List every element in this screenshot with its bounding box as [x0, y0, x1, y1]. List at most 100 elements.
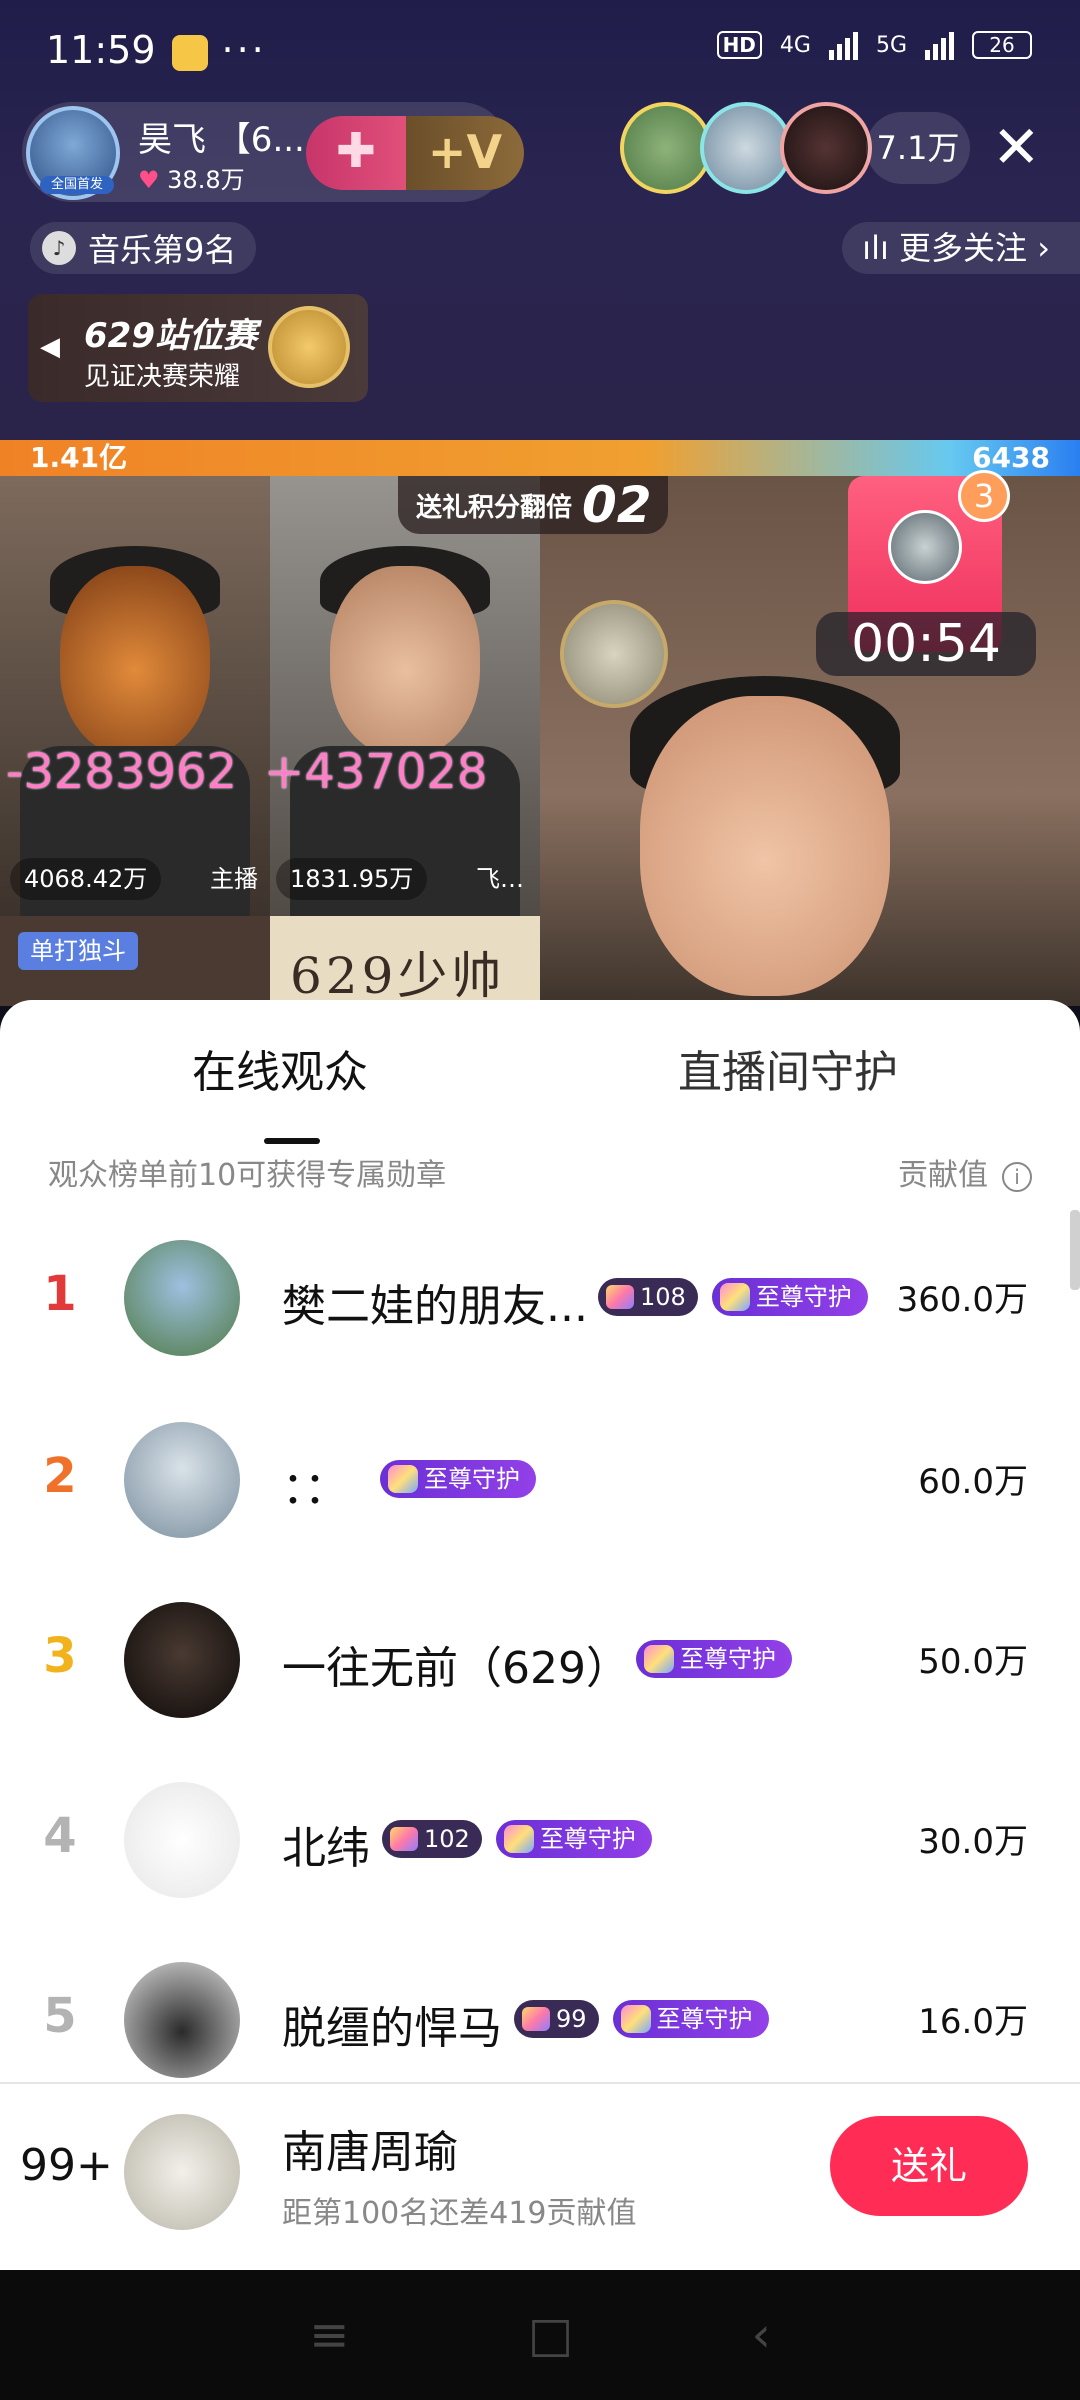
avatar[interactable] [124, 1782, 240, 1898]
contribution-label: 贡献值 [898, 1158, 988, 1193]
screen: 11:59 ··· HD 4G 5G 26 全国首发 昊飞 【6... ♥ 38.… [0, 0, 1080, 2400]
double-label: 送礼积分翻倍 [416, 492, 573, 523]
level-value: 99 [556, 2005, 587, 2033]
rank-number: 3 [43, 1628, 77, 1684]
timer-count: 3 [958, 470, 1010, 522]
user-name: ：： [282, 1463, 348, 1514]
event-title: 629站位赛 [84, 316, 257, 356]
avatar[interactable] [124, 1962, 240, 2078]
top-viewers[interactable] [620, 102, 872, 194]
video-left-bottom-2: 629少帅府 [270, 916, 540, 1077]
music-icon: ♪ [42, 231, 76, 265]
guard-badge: 至尊守护 [711, 1278, 868, 1316]
status-time: 11:59 ··· [46, 28, 267, 72]
viewer-avatar[interactable] [700, 102, 792, 194]
video-left-1 [0, 476, 270, 916]
sheet-tabs: 在线观众 直播间守护 [0, 1036, 1080, 1144]
level-value: 102 [424, 1825, 470, 1853]
follow-button[interactable]: ✚ [306, 116, 406, 190]
app-icon [171, 34, 208, 71]
info-icon[interactable]: i [1002, 1161, 1032, 1192]
user-name: 北纬 [282, 1823, 370, 1874]
host-likes-value: 38.8万 [167, 166, 245, 194]
pk-video-area[interactable]: 629少帅府 送礼积分翻倍 02 -3283962 +437028 4068.42… [0, 470, 1080, 1077]
guard-label: 至尊守护 [755, 1283, 852, 1311]
guard-label: 至尊守护 [656, 2005, 753, 2033]
host-badge: 全国首发 [40, 176, 114, 194]
guard-label: 至尊守护 [680, 1645, 776, 1673]
tab-room-guard[interactable]: 直播间守护 [678, 1036, 898, 1100]
contribution-value: 16.0万 [918, 2002, 1028, 2042]
avatar[interactable] [124, 1422, 240, 1538]
more-follow-button[interactable]: ılı 更多关注 › [842, 222, 1080, 274]
home-icon[interactable]: □ [528, 2307, 573, 2363]
level-value: 108 [640, 1283, 686, 1311]
viewer-count[interactable]: 7.1万 [866, 112, 970, 184]
tab-online-audience[interactable]: 在线观众 [192, 1036, 368, 1100]
figure-face [60, 566, 210, 756]
event-banner[interactable]: ◀ 629站位赛 见证决赛荣耀 [28, 294, 368, 402]
guard-badge: 至尊守护 [495, 1820, 652, 1858]
gem-icon [522, 2007, 550, 2031]
left-tag-value: 4068.42万 [10, 858, 162, 900]
vip-button[interactable]: +V [406, 116, 524, 190]
contribution-value: 30.0万 [918, 1822, 1028, 1862]
left-score: -3283962 [6, 744, 238, 800]
rank-number: 2 [43, 1448, 77, 1504]
rank-number: 4 [43, 1808, 77, 1864]
figure-face [640, 696, 890, 996]
host-card[interactable]: 全国首发 昊飞 【6... ♥ 38.8万 ✚ +V [22, 102, 524, 202]
camera-badge-icon [268, 306, 350, 388]
list-item[interactable]: 4 北纬 102 至尊守护 30.0万 [0, 1752, 1080, 1932]
user-name: 脱缰的悍马 [282, 2003, 502, 2054]
mid-tag-value: 1831.95万 [276, 858, 428, 900]
my-name: 南唐周瑜 [282, 2127, 458, 2178]
battery-icon: 26 [972, 31, 1032, 59]
network-4g: 4G [779, 32, 811, 58]
mid-tag-name: 飞… [476, 865, 524, 893]
double-value: 02 [582, 476, 652, 534]
list-item[interactable]: 3 一往无前（629） 至尊守护 50.0万 [0, 1572, 1080, 1752]
caret-left-icon: ◀ [40, 332, 60, 362]
signal-icon-2 [925, 30, 954, 60]
gem-icon [390, 1827, 418, 1851]
menu-icon[interactable]: ≡ [309, 2307, 349, 2363]
level-badge: 108 [598, 1278, 698, 1316]
my-avatar[interactable] [124, 2114, 240, 2230]
guard-gem-icon [388, 1465, 418, 1493]
host-name: 昊飞 【6... [138, 120, 305, 160]
more-follow-label: 更多关注 › [899, 229, 1050, 267]
user-name: 樊二娃的朋友... [282, 1281, 588, 1332]
avatar[interactable] [124, 1602, 240, 1718]
contribution-header[interactable]: 贡献值 i [898, 1150, 1032, 1194]
viewer-avatar[interactable] [780, 102, 872, 194]
pk-progress-bar: 1.41亿 6438 [0, 440, 1080, 476]
guard-gem-icon [503, 1825, 534, 1853]
guard-badge: 至尊守护 [380, 1460, 536, 1498]
category-rank[interactable]: ♪ 音乐第9名 [30, 222, 257, 274]
mid-score: +437028 [264, 744, 488, 800]
viewer-avatar[interactable] [620, 102, 712, 194]
network-5g: 5G [875, 32, 907, 58]
guard-badge: 至尊守护 [636, 1640, 792, 1678]
close-icon[interactable]: ✕ [992, 116, 1041, 178]
list-item[interactable]: 2 ：： 至尊守护 60.0万 [0, 1392, 1080, 1572]
guard-label: 至尊守护 [424, 1465, 520, 1493]
more-dots: ··· [221, 28, 267, 72]
list-item[interactable]: 1 樊二娃的朋友... 108 至尊守护 360.0万 [0, 1210, 1080, 1390]
system-nav-bar: ≡ □ ‹ [0, 2270, 1080, 2400]
avatar[interactable] [124, 1240, 240, 1356]
user-name: 一往无前（629） [282, 1643, 630, 1694]
rank-number: 5 [43, 1988, 77, 2044]
host-avatar[interactable]: 全国首发 [26, 106, 120, 200]
solo-badge: 单打独斗 [18, 932, 138, 970]
contribution-value: 50.0万 [918, 1642, 1028, 1682]
user-badges: 99 至尊守护 [514, 2000, 769, 2038]
double-points-banner: 送礼积分翻倍 02 [398, 476, 668, 534]
send-gift-button[interactable]: 送礼 [830, 2116, 1028, 2216]
timer-avatar [888, 510, 962, 584]
left-tag-host: 主播 [210, 865, 258, 893]
host-likes: ♥ 38.8万 [138, 160, 245, 195]
back-icon[interactable]: ‹ [752, 2307, 771, 2363]
live-header: 11:59 ··· HD 4G 5G 26 全国首发 昊飞 【6... ♥ 38.… [0, 0, 1080, 440]
